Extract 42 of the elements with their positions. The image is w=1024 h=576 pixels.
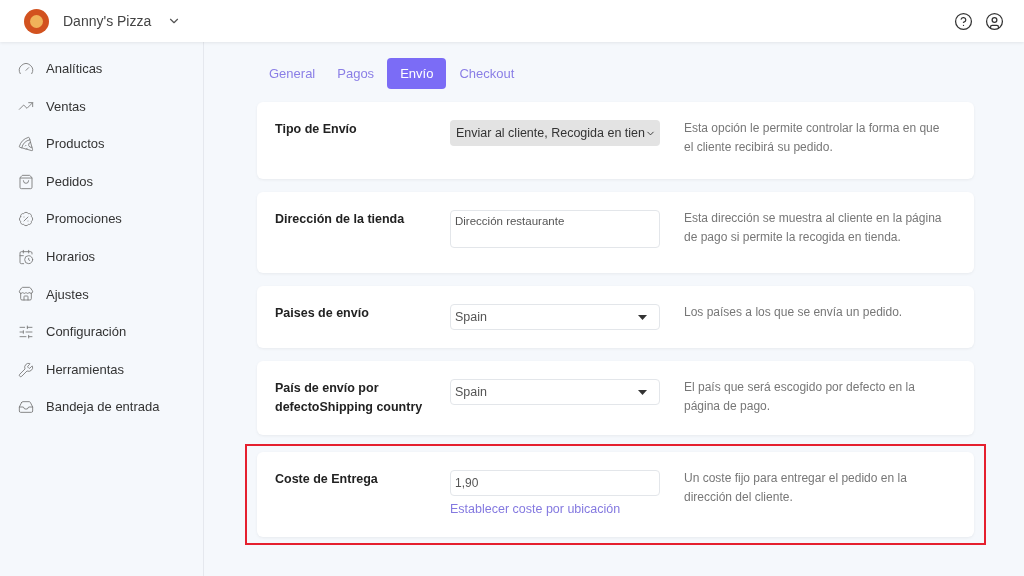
location-cost-link[interactable]: Establecer coste por ubicación <box>450 500 684 519</box>
store-icon <box>18 286 34 303</box>
select-field[interactable]: Enviar al cliente, Recogida en tien <box>450 120 660 146</box>
setting-label: País de envío por defectoShipping country <box>275 380 424 416</box>
setting-label: Coste de Entrega <box>275 471 379 488</box>
setting-description: Los países a los que se envía un pedido. <box>684 304 904 321</box>
sidebar-item[interactable]: Ventas <box>0 87 203 126</box>
sidebar-item[interactable]: Bandeja de entrada <box>0 388 203 426</box>
wrench-icon <box>18 361 34 378</box>
inbox-icon <box>18 399 34 416</box>
sidebar-item[interactable]: Configuración <box>0 313 203 351</box>
calendar-clock-icon <box>18 248 34 265</box>
address-field[interactable]: Dirección restaurante <box>450 210 660 248</box>
shopping-bag-icon <box>18 173 34 190</box>
sidebar-item[interactable]: Promociones <box>0 200 203 238</box>
setting-label: Paises de envío <box>275 305 370 322</box>
tab[interactable]: Envío <box>387 58 447 89</box>
store-logo <box>24 8 49 34</box>
help-icon[interactable] <box>954 11 973 31</box>
gauge-icon <box>18 60 34 77</box>
cost-field[interactable]: 1,90 <box>450 470 660 496</box>
setting-label: Tipo de Envío <box>275 121 358 138</box>
setting-description: Esta dirección se muestra al cliente en la página de pago si permite la recogida en tienda. <box>684 210 943 246</box>
sidebar-item[interactable]: Productos <box>0 125 203 163</box>
user-icon[interactable] <box>985 11 1004 31</box>
setting-description: Un coste fijo para entregar el pedido en la dirección del cliente. <box>684 470 908 506</box>
sidebar-item[interactable]: Herramientas <box>0 350 203 389</box>
setting-description: El país que será escogido por defecto en la página de pago. <box>684 379 916 415</box>
sidebar-item[interactable]: Analíticas <box>0 50 203 88</box>
percent-badge-icon <box>18 211 34 228</box>
country-select[interactable]: Spain <box>450 304 660 330</box>
setting-description: Esta opción le permite controlar la forma en que el cliente recibirá su pedido. <box>684 120 941 156</box>
dropdown-arrow-icon <box>638 314 647 320</box>
setting-label: Dirección de la tienda <box>275 211 406 228</box>
sidebar-item[interactable]: Horarios <box>0 237 203 276</box>
sliders-icon <box>18 323 34 340</box>
country-select[interactable]: Spain <box>450 379 660 405</box>
pizza-slice-icon <box>18 136 34 152</box>
dropdown-arrow-icon <box>638 389 647 395</box>
sidebar-item[interactable]: Ajustes <box>0 275 203 314</box>
store-name[interactable]: Danny's Pizza <box>63 10 152 32</box>
sidebar-item[interactable]: Pedidos <box>0 162 203 201</box>
